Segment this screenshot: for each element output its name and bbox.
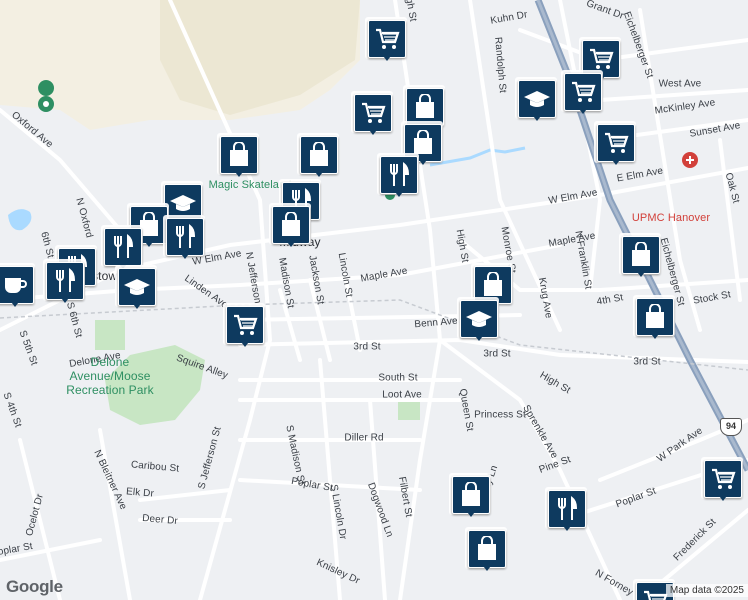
marker-pointer xyxy=(8,298,22,307)
street-label: Diller Rd xyxy=(344,432,384,444)
marker-pointer xyxy=(380,52,394,61)
restaurant-marker[interactable] xyxy=(163,215,205,262)
marker-pointer xyxy=(58,294,72,303)
google-logo: Google xyxy=(6,577,63,596)
marker-pointer xyxy=(609,156,623,165)
marker-pointer xyxy=(284,238,298,247)
pond xyxy=(8,209,32,231)
shopping-cart-marker[interactable] xyxy=(701,457,743,504)
restaurant-marker[interactable] xyxy=(545,487,587,534)
street-label: 3rd St xyxy=(353,341,381,353)
marker-pointer xyxy=(634,268,648,277)
marker-pointer xyxy=(142,238,156,247)
shopping-cart-marker[interactable] xyxy=(561,70,603,117)
marker-pointer xyxy=(238,338,252,347)
shopping-bag-marker[interactable] xyxy=(217,133,259,180)
marker-pointer xyxy=(366,126,380,135)
marker-pointer xyxy=(472,332,486,341)
highway-shield: 94 xyxy=(720,418,742,436)
marker-pointer xyxy=(560,522,574,531)
coffee-cup-marker[interactable] xyxy=(0,263,35,310)
street-label: Loot Ave xyxy=(382,389,422,401)
shopping-bag-marker[interactable] xyxy=(633,295,675,342)
marker-pointer xyxy=(178,250,192,259)
street-label: 3rd St xyxy=(483,348,511,360)
marker-pointer xyxy=(232,168,246,177)
marker-pointer xyxy=(464,508,478,517)
street-label: South St xyxy=(378,372,418,384)
shopping-cart-marker[interactable] xyxy=(365,17,407,64)
marker-pointer xyxy=(648,330,662,339)
shopping-cart-marker[interactable] xyxy=(223,303,265,350)
restaurant-marker[interactable] xyxy=(43,259,85,306)
marker-pointer xyxy=(312,168,326,177)
marker-pointer xyxy=(392,188,406,197)
shopping-bag-marker[interactable] xyxy=(269,203,311,250)
street-label: Elk Dr xyxy=(125,486,155,500)
shopping-bag-marker[interactable] xyxy=(449,473,491,520)
street-label: 3rd St xyxy=(633,356,661,368)
place-label[interactable]: Delone Avenue/Moose Recreation Park xyxy=(65,355,155,397)
shopping-bag-marker[interactable] xyxy=(619,233,661,280)
street-label: West Ave xyxy=(658,78,702,90)
shopping-bag-marker[interactable] xyxy=(465,527,507,574)
marker-pointer xyxy=(576,105,590,114)
street-label: Princess St xyxy=(474,409,526,421)
shopping-bag-marker[interactable] xyxy=(297,133,339,180)
shopping-cart-marker[interactable] xyxy=(594,121,636,168)
graduation-cap-marker[interactable] xyxy=(457,297,499,344)
marker-pointer xyxy=(530,112,544,121)
graduation-cap-marker[interactable] xyxy=(515,77,557,124)
restaurant-marker[interactable] xyxy=(377,153,419,200)
shopping-cart-marker[interactable] xyxy=(351,91,393,138)
place-label[interactable]: UPMC Hanover xyxy=(632,212,710,224)
marker-pointer xyxy=(480,562,494,571)
marker-pointer xyxy=(716,492,730,501)
marker-pointer xyxy=(130,300,144,309)
map-attribution[interactable]: Map data ©2025 xyxy=(665,584,748,597)
graduation-cap-marker[interactable] xyxy=(115,265,157,312)
map-canvas[interactable]: Kuhn Dr Grant Dr Eichelberger St Randolph S… xyxy=(0,0,748,600)
